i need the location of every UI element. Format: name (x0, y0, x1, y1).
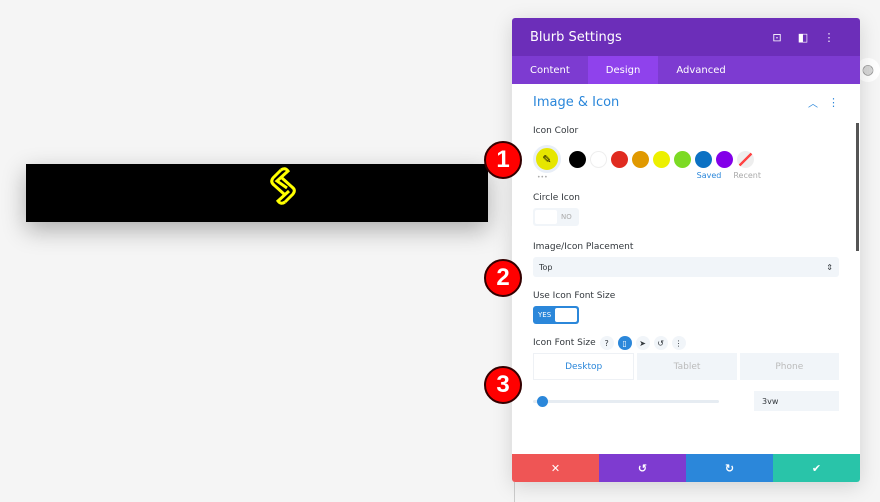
eyedropper-icon: ✎ (542, 152, 552, 166)
blurb-module-preview[interactable] (26, 164, 488, 222)
select-arrows-icon: ⇕ (826, 262, 833, 272)
swatch-red[interactable] (611, 150, 628, 168)
use-font-size-label: Use Icon Font Size (533, 291, 616, 301)
color-picker-button[interactable]: ✎ (533, 145, 561, 173)
swatch-purple[interactable] (716, 150, 733, 168)
redo-button[interactable]: ↻ (686, 454, 773, 482)
device-tab-desktop[interactable]: Desktop (533, 353, 635, 380)
placement-label: Image/Icon Placement (533, 242, 634, 252)
sidebar-layout-icon[interactable]: ◧ (790, 31, 816, 44)
step-marker-2: 2 (484, 259, 522, 297)
settings-panel: Blurb Settings ⊡ ◧ ⋮ Content Design Adva… (512, 18, 860, 482)
font-size-label: Icon Font Size (533, 338, 596, 348)
swatch-green[interactable] (674, 150, 691, 168)
saved-tab[interactable]: Saved (697, 171, 722, 180)
device-tabs: Desktop Tablet Phone (533, 353, 839, 380)
swatch-none[interactable] (737, 150, 754, 168)
icon-color-label: Icon Color (533, 126, 579, 136)
swatch-blue[interactable] (695, 150, 712, 168)
step-marker-1: 1 (484, 141, 522, 179)
panel-title: Blurb Settings (530, 29, 622, 45)
use-font-size-toggle[interactable]: YES (533, 306, 579, 324)
divider (514, 482, 515, 502)
toggle-state: NO (561, 213, 572, 221)
hover-cursor-icon[interactable]: ➤ (635, 336, 650, 350)
options-icon[interactable]: ⋮ (671, 336, 686, 350)
tab-advanced[interactable]: Advanced (658, 56, 743, 84)
undo-button[interactable]: ↺ (599, 454, 686, 482)
device-tab-tablet[interactable]: Tablet (637, 353, 737, 380)
tab-design[interactable]: Design (587, 56, 659, 84)
swatch-white[interactable] (590, 150, 607, 168)
device-tab-phone[interactable]: Phone (739, 353, 839, 380)
swatch-orange[interactable] (632, 150, 649, 168)
section-more-icon[interactable]: ⋮ (828, 96, 839, 109)
link-icon (270, 167, 296, 205)
chevron-up-icon[interactable]: ︿ (808, 95, 818, 110)
section-title: Image & Icon (533, 94, 620, 110)
font-size-input[interactable]: 3vw (754, 391, 839, 411)
more-colors-icon[interactable]: ••• (537, 174, 548, 181)
help-icon[interactable]: ? (599, 336, 614, 350)
circle-icon-toggle[interactable]: NO (533, 208, 579, 226)
font-size-slider[interactable] (533, 395, 719, 407)
color-swatches: ✎ (533, 144, 839, 174)
more-options-icon[interactable]: ⋮ (816, 31, 842, 44)
action-bar: ✕ ↺ ↻ ✔ (512, 454, 860, 482)
select-value: Top (539, 262, 553, 272)
step-marker-3: 3 (484, 366, 522, 404)
save-button[interactable]: ✔ (773, 454, 860, 482)
reset-icon[interactable]: ↺ (653, 336, 668, 350)
swatch-yellow[interactable] (653, 150, 670, 168)
cancel-button[interactable]: ✕ (512, 454, 599, 482)
responsive-icon[interactable]: ▯ (617, 336, 632, 350)
section-header[interactable]: Image & Icon ︿ ⋮ (533, 84, 839, 120)
panel-header: Blurb Settings ⊡ ◧ ⋮ (512, 18, 860, 56)
circle-icon-label: Circle Icon (533, 193, 580, 203)
slider-handle[interactable] (536, 395, 548, 407)
scrollbar[interactable] (856, 123, 859, 251)
placement-select[interactable]: Top ⇕ (533, 257, 839, 277)
tab-content[interactable]: Content (512, 56, 588, 84)
swatch-black[interactable] (569, 150, 586, 168)
tab-bar: Content Design Advanced (512, 56, 860, 84)
fullscreen-icon[interactable]: ⊡ (764, 31, 790, 44)
toggle-state: YES (538, 311, 552, 319)
recent-tab[interactable]: Recent (733, 171, 761, 180)
